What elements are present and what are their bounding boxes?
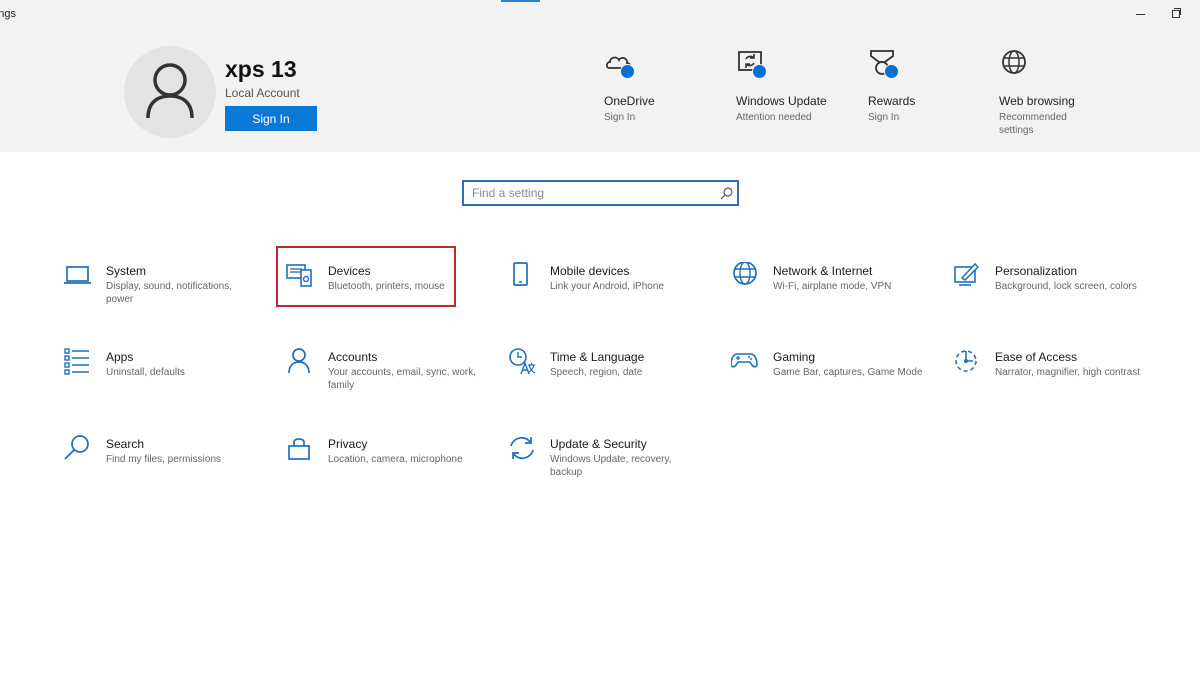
category-system[interactable]: System Display, sound, notifications, po… — [64, 262, 264, 322]
minimize-button[interactable] — [1122, 0, 1158, 28]
avatar[interactable] — [124, 46, 216, 138]
category-subtitle: Display, sound, notifications, power — [106, 281, 232, 305]
category-accounts[interactable]: Accounts Your accounts, email, sync, wor… — [286, 348, 486, 408]
time-language-icon — [509, 348, 536, 375]
quick-link-title: Rewards — [868, 94, 916, 108]
sign-in-button[interactable]: Sign In — [225, 106, 317, 131]
category-subtitle: Windows Update, recovery, backup — [550, 454, 672, 478]
category-title: Gaming — [773, 350, 816, 364]
category-title: Apps — [106, 350, 134, 364]
category-title: System — [106, 264, 147, 278]
sync-arrows-icon — [510, 436, 534, 460]
category-apps[interactable]: Apps Uninstall, defaults — [64, 348, 264, 408]
quick-link-title: OneDrive — [604, 94, 655, 108]
title-accent-line — [501, 0, 540, 2]
category-subtitle: Wi-Fi, airplane mode, VPN — [773, 281, 892, 292]
quick-link-windows-update[interactable]: Windows Update Attention needed — [736, 48, 846, 124]
category-update-security[interactable]: Update & Security Windows Update, recove… — [508, 435, 708, 495]
quick-link-subtitle: Attention needed — [736, 112, 812, 123]
search-input[interactable] — [464, 182, 717, 204]
person-icon — [288, 348, 310, 374]
category-mobile-devices[interactable]: Mobile devices Link your Android, iPhone — [508, 262, 708, 322]
search-box — [462, 180, 739, 206]
category-devices[interactable]: Devices Bluetooth, printers, mouse — [286, 262, 486, 322]
category-title: Ease of Access — [995, 350, 1078, 364]
globe-icon — [733, 262, 757, 285]
quick-link-title: Windows Update — [736, 94, 827, 108]
category-title: Privacy — [328, 437, 368, 451]
quick-link-rewards[interactable]: Rewards Sign In — [868, 48, 978, 124]
quick-link-subtitle: Recommended settings — [999, 112, 1067, 136]
laptop-icon — [64, 266, 91, 284]
category-gaming[interactable]: Gaming Game Bar, captures, Game Mode — [731, 348, 931, 408]
quick-link-web-browsing[interactable]: Web browsing Recommended settings — [999, 48, 1109, 137]
category-privacy[interactable]: Privacy Location, camera, microphone — [286, 435, 486, 495]
category-time-language[interactable]: Time & Language Speech, region, date — [508, 348, 708, 408]
category-subtitle: Narrator, magnifier, high contrast — [995, 367, 1141, 378]
category-network-internet[interactable]: Network & Internet Wi-Fi, airplane mode,… — [731, 262, 931, 322]
category-title: Accounts — [328, 350, 378, 364]
devices-icon — [286, 264, 312, 287]
category-title: Time & Language — [550, 350, 645, 364]
globe-icon — [1002, 50, 1026, 74]
ease-of-access-icon — [955, 350, 977, 372]
window-title: ngs — [0, 8, 16, 20]
category-title: Search — [106, 437, 145, 451]
notification-dot — [884, 64, 899, 79]
restore-button[interactable] — [1158, 0, 1194, 28]
account-name: xps 13 — [225, 56, 297, 82]
quick-link-subtitle: Sign In — [868, 112, 900, 123]
category-personalization[interactable]: Personalization Background, lock screen,… — [953, 262, 1153, 322]
category-title: Personalization — [995, 264, 1078, 278]
quick-link-onedrive[interactable]: OneDrive Sign In — [604, 48, 714, 124]
title-bar: ngs — [0, 0, 1200, 30]
restore-icon — [1172, 8, 1181, 18]
category-title: Devices — [328, 264, 371, 278]
quick-link-subtitle: Sign In — [604, 112, 636, 123]
account-type: Local Account — [225, 86, 300, 100]
notification-dot — [620, 64, 635, 79]
category-subtitle: Location, camera, microphone — [328, 454, 463, 465]
lock-icon — [288, 438, 310, 460]
paintbrush-icon — [954, 262, 980, 286]
gamepad-icon — [731, 353, 758, 368]
category-subtitle: Speech, region, date — [550, 367, 643, 378]
apps-list-icon — [64, 348, 89, 375]
category-title: Network & Internet — [773, 264, 873, 278]
category-subtitle: Bluetooth, printers, mouse — [328, 281, 445, 292]
category-subtitle: Background, lock screen, colors — [995, 281, 1137, 292]
quick-link-title: Web browsing — [999, 94, 1075, 108]
category-title: Update & Security — [550, 437, 647, 451]
search-icon[interactable] — [720, 186, 734, 200]
category-subtitle: Your accounts, email, sync, work, family — [328, 367, 477, 391]
category-ease-of-access[interactable]: Ease of Access Narrator, magnifier, high… — [953, 348, 1153, 408]
phone-icon — [513, 262, 528, 286]
category-subtitle: Find my files, permissions — [106, 454, 222, 465]
category-subtitle: Link your Android, iPhone — [550, 281, 664, 292]
category-search[interactable]: Search Find my files, permissions — [64, 435, 264, 495]
search-icon — [64, 435, 89, 460]
minimize-icon — [1135, 13, 1145, 15]
category-subtitle: Uninstall, defaults — [106, 367, 185, 378]
account-header: xps 13 Local Account Sign In OneDrive Si… — [0, 30, 1200, 152]
category-title: Mobile devices — [550, 264, 630, 278]
category-subtitle: Game Bar, captures, Game Mode — [773, 367, 923, 378]
notification-dot — [752, 64, 767, 79]
user-avatar-icon — [146, 63, 194, 119]
